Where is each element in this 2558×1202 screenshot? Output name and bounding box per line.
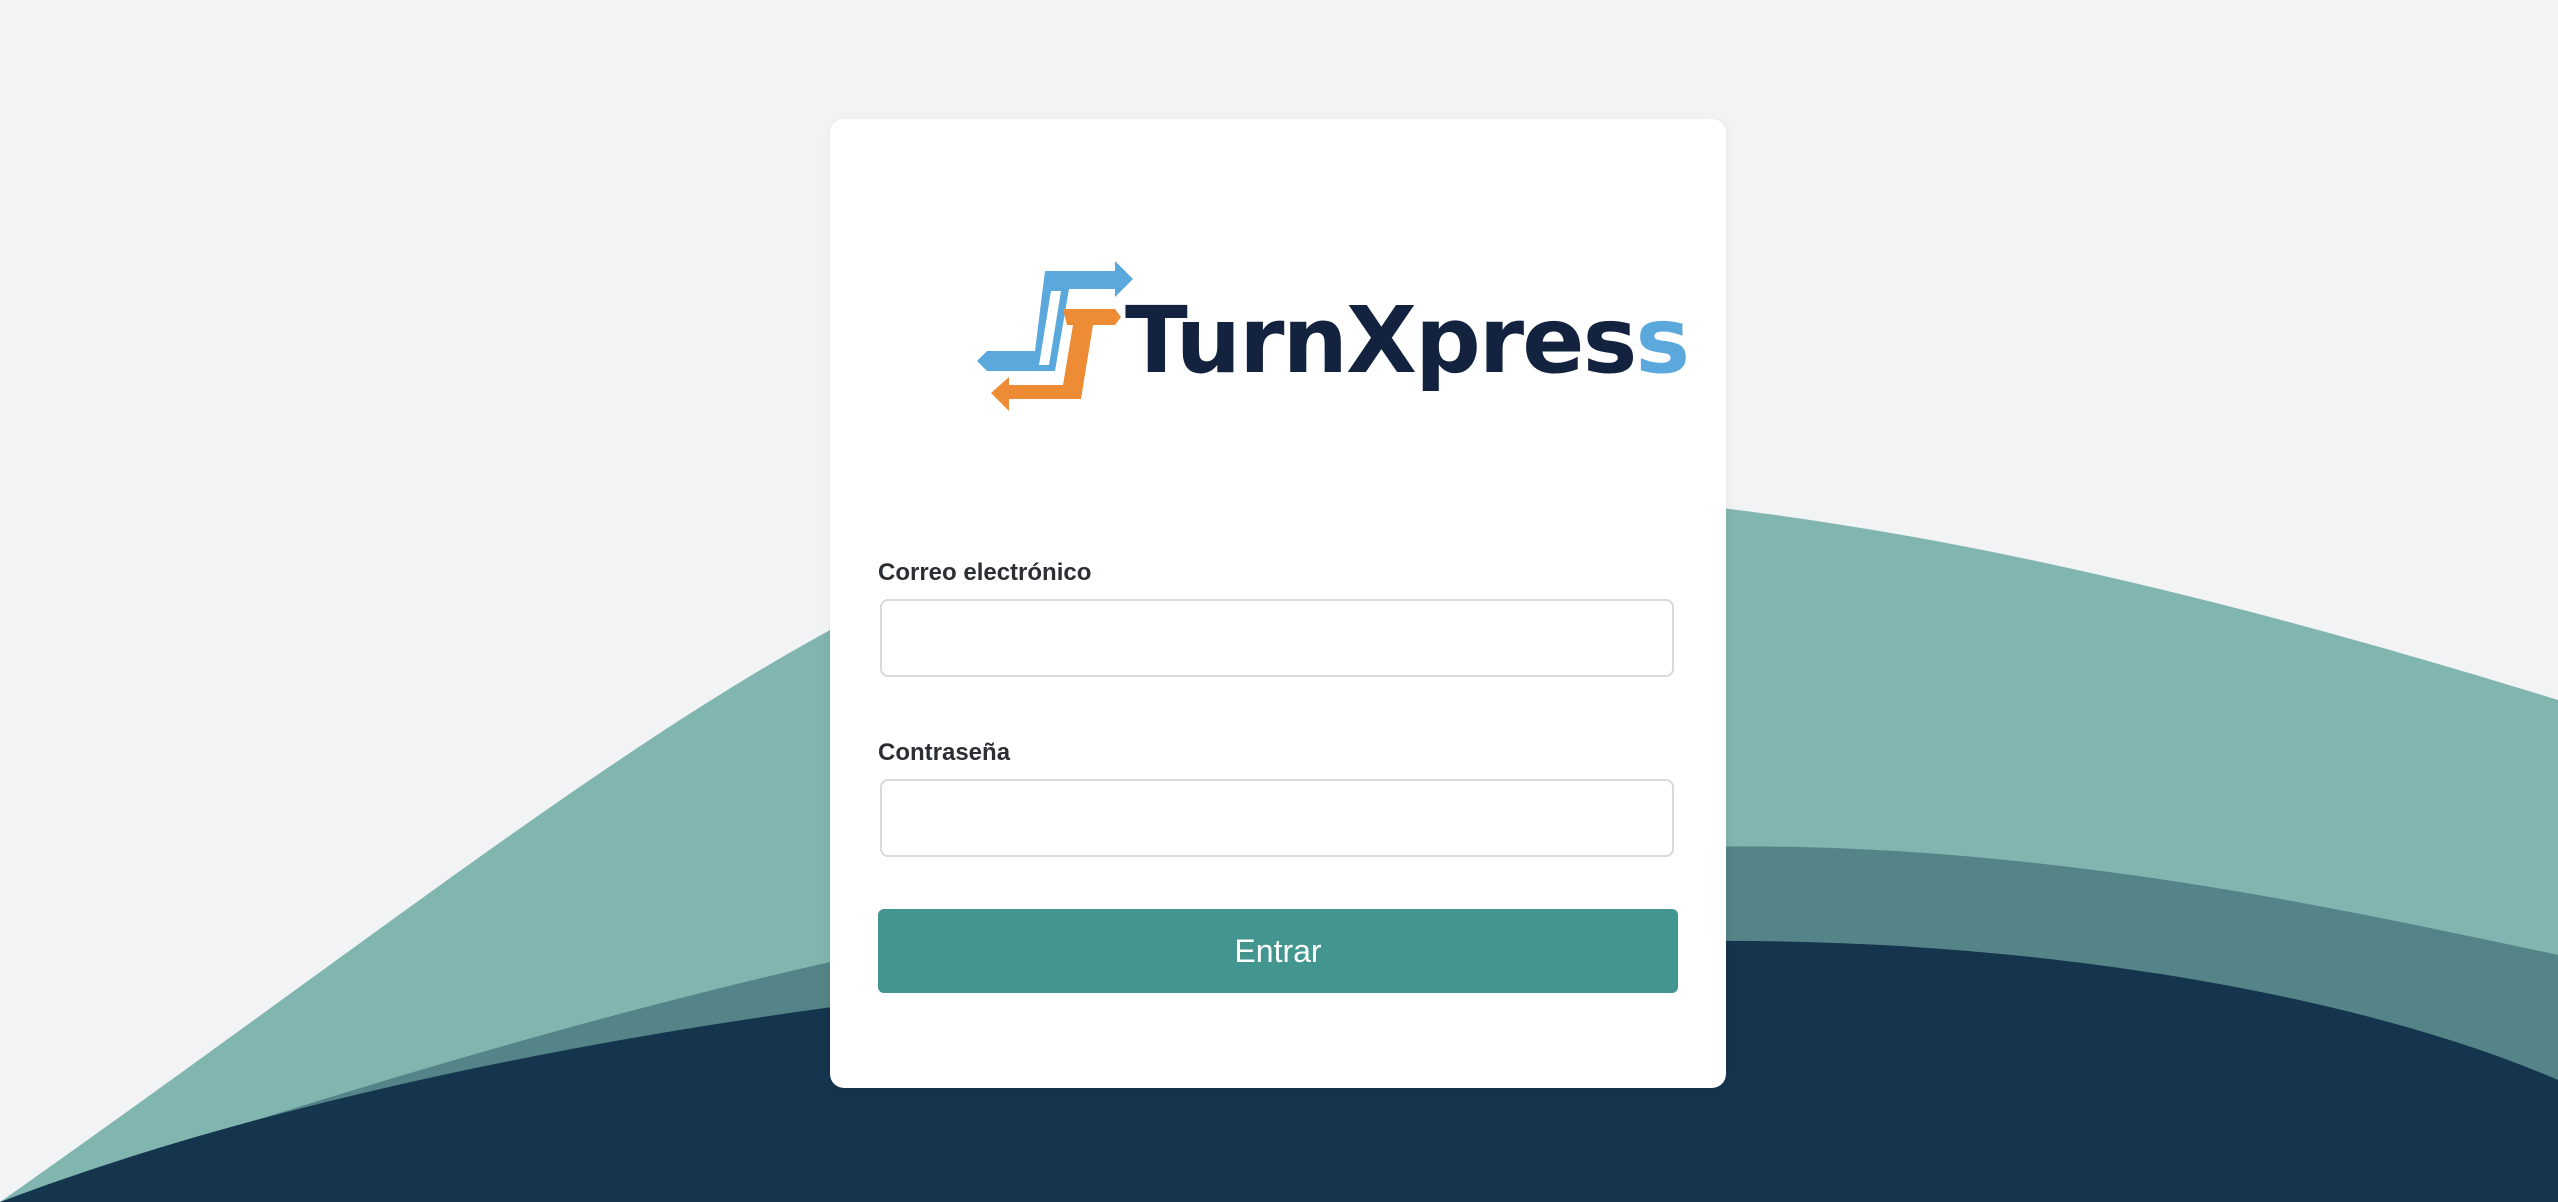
brand-name-main: TurnXpres <box>1125 287 1637 394</box>
brand-name-accent: s <box>1635 287 1690 394</box>
swap-arrows-icon <box>977 261 1133 411</box>
password-field[interactable] <box>880 779 1674 857</box>
email-field[interactable] <box>880 599 1674 677</box>
login-page: TurnXpress Correo electrónico Contraseña… <box>0 0 2558 1202</box>
email-label: Correo electrónico <box>878 559 1092 586</box>
brand-wordmark: TurnXpress <box>1125 291 1690 391</box>
login-card: TurnXpress Correo electrónico Contraseña… <box>830 119 1726 1088</box>
brand-logo: TurnXpress <box>975 261 1690 421</box>
password-label: Contraseña <box>878 739 1011 766</box>
submit-button[interactable]: Entrar <box>878 909 1678 993</box>
